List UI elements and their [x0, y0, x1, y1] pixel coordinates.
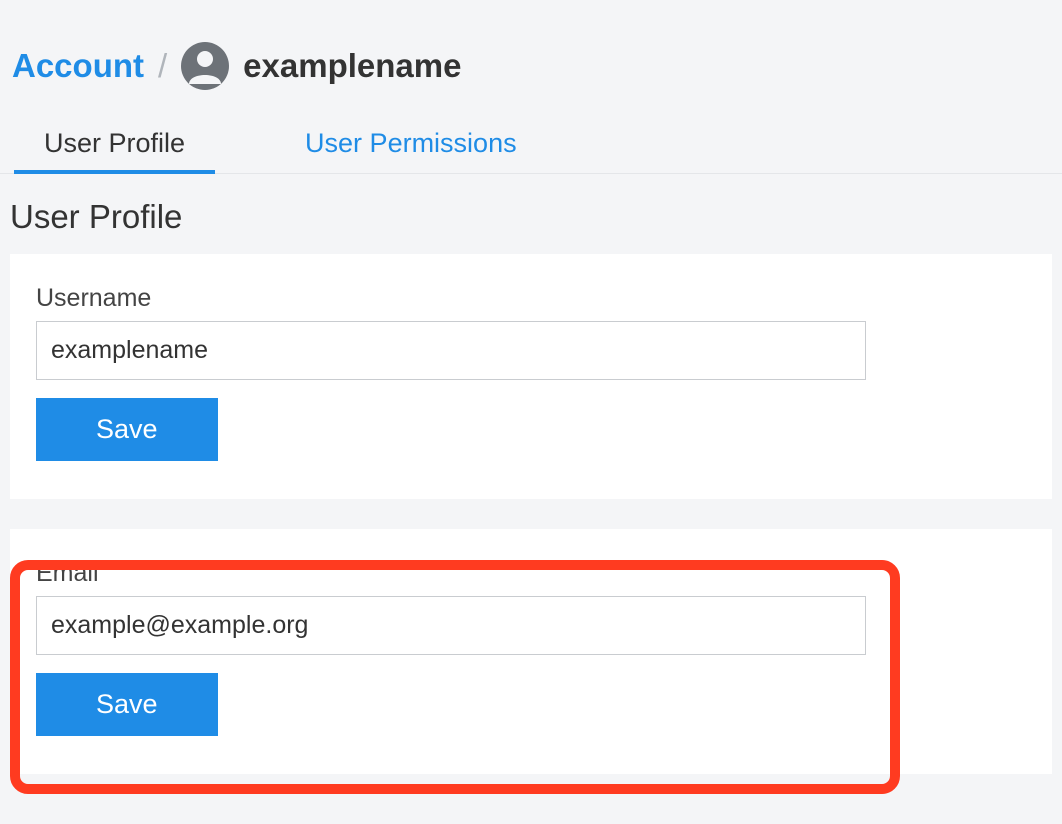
tab-user-permissions[interactable]: User Permissions: [275, 118, 547, 173]
username-label: Username: [36, 284, 1026, 313]
user-avatar-icon: [181, 42, 229, 90]
save-username-button[interactable]: Save: [36, 398, 218, 461]
save-email-button[interactable]: Save: [36, 673, 218, 736]
email-input[interactable]: [36, 596, 866, 655]
breadcrumb-account-link[interactable]: Account: [12, 47, 144, 85]
username-input[interactable]: [36, 321, 866, 380]
breadcrumb: Account / examplename: [0, 0, 1062, 100]
breadcrumb-username: examplename: [243, 47, 461, 85]
tabs: User Profile User Permissions: [0, 100, 1062, 174]
username-card: Username Save: [10, 254, 1052, 499]
email-card: Email Save: [10, 529, 1052, 774]
breadcrumb-separator: /: [158, 47, 167, 85]
page-title: User Profile: [0, 174, 1062, 254]
tab-user-profile[interactable]: User Profile: [14, 118, 215, 173]
email-label: Email: [36, 559, 1026, 588]
